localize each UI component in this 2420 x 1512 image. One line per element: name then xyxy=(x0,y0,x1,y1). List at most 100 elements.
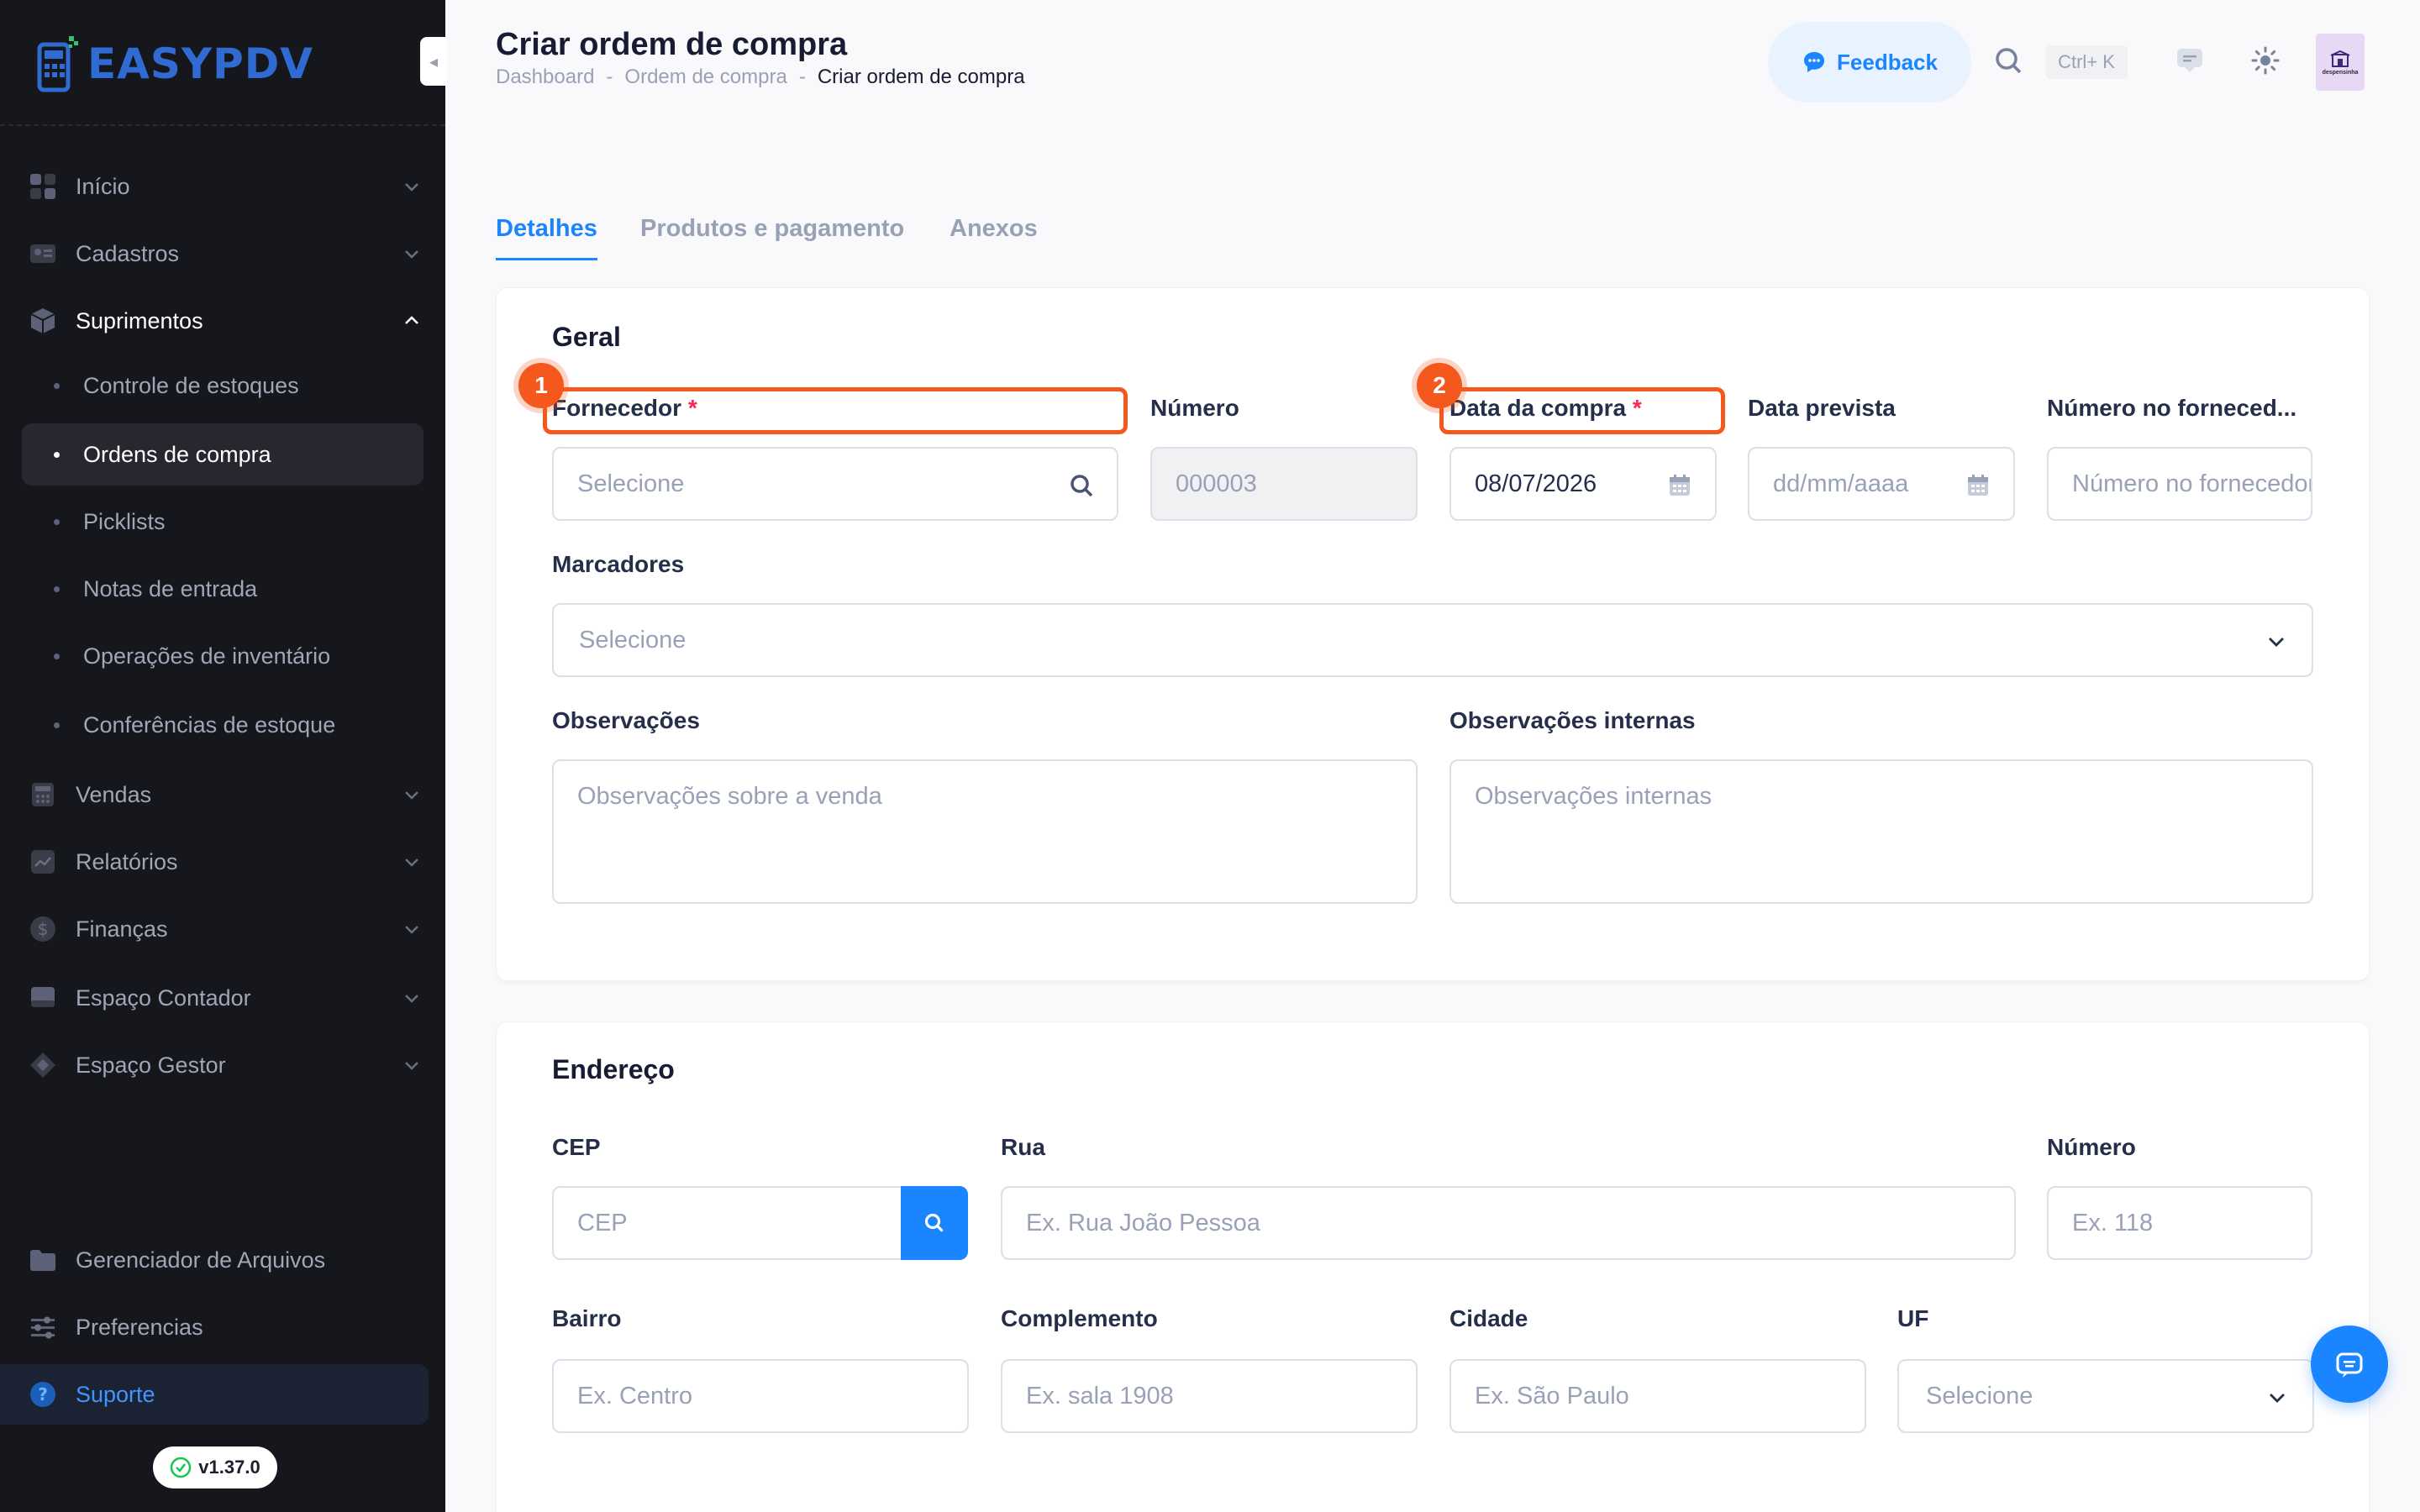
complemento-label: Complemento xyxy=(1001,1305,1158,1331)
chevron-down-icon xyxy=(405,250,418,259)
complemento-input[interactable]: Ex. sala 1908 xyxy=(1001,1359,1418,1433)
cidade-label: Cidade xyxy=(1449,1305,1528,1331)
version-badge: v1.37.0 xyxy=(153,1446,277,1488)
store-logo-icon xyxy=(2330,50,2350,67)
breadcrumb-dashboard[interactable]: Dashboard xyxy=(496,66,594,89)
diamond-icon xyxy=(29,1051,57,1079)
marcadores-label: Marcadores xyxy=(552,551,685,577)
sidebar-item-espaco-gestor[interactable]: Espaço Gestor xyxy=(22,1035,424,1095)
step-badge-2: 2 xyxy=(1417,363,1462,408)
bullet-icon xyxy=(54,451,60,458)
svg-text:?: ? xyxy=(38,1384,48,1404)
sidebar-subitem-operacoes-inventario[interactable]: Operações de inventário xyxy=(22,625,424,687)
sidebar-item-label: Vendas xyxy=(76,781,152,807)
sidebar-item-label: Suprimentos xyxy=(76,307,203,333)
bairro-placeholder: Ex. Centro xyxy=(577,1382,692,1410)
cep-placeholder: CEP xyxy=(577,1209,628,1236)
search-icon xyxy=(1068,472,1095,499)
data-compra-field[interactable]: 08/07/2026 xyxy=(1449,447,1717,521)
sidebar-item-espaco-contador[interactable]: Espaço Contador xyxy=(22,968,424,1028)
calendar-icon[interactable] xyxy=(1666,472,1693,499)
numero-fornecedor-label: Número no forneced... xyxy=(2047,395,2297,421)
breadcrumb-ordem-compra[interactable]: Ordem de compra xyxy=(624,66,786,89)
chevron-down-icon xyxy=(405,926,418,934)
sidebar-subitem-label: Controle de estoques xyxy=(83,372,299,398)
bullet-icon xyxy=(54,518,60,525)
cidade-input[interactable]: Ex. São Paulo xyxy=(1449,1359,1866,1433)
sidebar-item-label: Preferencias xyxy=(76,1314,203,1340)
sidebar-item-financas[interactable]: $ Finanças xyxy=(22,899,424,959)
chevron-down-icon xyxy=(405,995,418,1003)
rua-input[interactable]: Ex. Rua João Pessoa xyxy=(1001,1186,2016,1260)
data-prevista-label: Data prevista xyxy=(1748,395,1896,421)
sidebar-subitem-label: Conferências de estoque xyxy=(83,711,336,738)
highlight-box-data-compra xyxy=(1439,387,1725,434)
tab-anexos[interactable]: Anexos xyxy=(950,215,1038,258)
version-text: v1.37.0 xyxy=(198,1457,260,1478)
avatar[interactable]: despensinha xyxy=(2316,34,2365,91)
tab-detalhes[interactable]: Detalhes xyxy=(496,215,597,260)
bullet-icon xyxy=(54,722,60,728)
bairro-input[interactable]: Ex. Centro xyxy=(552,1359,969,1433)
sidebar-subitem-label: Notas de entrada xyxy=(83,575,258,601)
sidebar-item-inicio[interactable]: Início xyxy=(22,156,424,217)
logo-text: EASYPDV xyxy=(87,39,313,88)
cep-search-button[interactable] xyxy=(901,1186,968,1260)
numero-fornecedor-placeholder: Número no fornecedor xyxy=(2072,470,2312,497)
messages-icon[interactable] xyxy=(2173,44,2207,77)
pos-terminal-icon xyxy=(37,36,78,92)
collapse-sidebar-button[interactable]: ◂ xyxy=(420,37,447,86)
step-badge-1: 1 xyxy=(518,363,564,408)
sidebar-subitem-notas-entrada[interactable]: Notas de entrada xyxy=(22,558,424,620)
avatar-text: despensinha xyxy=(2322,69,2359,76)
numero-fornecedor-input[interactable]: Número no fornecedor xyxy=(2047,447,2312,521)
search-icon xyxy=(924,1213,944,1232)
chevron-down-icon xyxy=(405,183,418,192)
sidebar: EASYPDV ◂ Início Cadastros Suprimentos C… xyxy=(0,0,447,1512)
sidebar-subitem-label: Ordens de compra xyxy=(83,441,271,467)
sidebar-item-preferencias[interactable]: Preferencias xyxy=(22,1297,424,1357)
sidebar-subitem-conferencias-estoque[interactable]: Conferências de estoque xyxy=(22,694,424,756)
sidebar-item-label: Espaço Gestor xyxy=(76,1052,226,1078)
observacoes-textarea[interactable]: Observações sobre a venda xyxy=(552,759,1418,904)
package-icon xyxy=(29,307,57,335)
calendar-icon[interactable] xyxy=(1965,472,1991,499)
sidebar-item-label: Gerenciador de Arquivos xyxy=(76,1247,326,1273)
fornecedor-select[interactable]: Selecione xyxy=(552,447,1118,521)
bullet-icon xyxy=(54,653,60,659)
sidebar-item-vendas[interactable]: Vendas xyxy=(22,764,424,825)
observacoes-internas-textarea[interactable]: Observações internas xyxy=(1449,759,2313,904)
sidebar-item-cadastros[interactable]: Cadastros xyxy=(22,223,424,284)
rua-placeholder: Ex. Rua João Pessoa xyxy=(1026,1209,1260,1236)
chat-bubble-icon xyxy=(1804,52,1825,72)
sidebar-item-suprimentos[interactable]: Suprimentos xyxy=(22,291,424,351)
endereco-card: Endereço xyxy=(496,1021,2370,1512)
theme-sun-icon[interactable] xyxy=(2249,44,2282,77)
data-prevista-field[interactable]: dd/mm/aaaa xyxy=(1748,447,2015,521)
support-chat-button[interactable] xyxy=(2311,1326,2388,1403)
monitor-icon xyxy=(29,984,57,1012)
numero-endereco-input[interactable]: Ex. 118 xyxy=(2047,1186,2312,1260)
section-title-endereco: Endereço xyxy=(552,1054,675,1084)
uf-select[interactable]: Selecione xyxy=(1897,1359,2314,1433)
data-prevista-placeholder: dd/mm/aaaa xyxy=(1773,470,1909,497)
sidebar-subitem-picklists[interactable]: Picklists xyxy=(22,491,424,553)
sidebar-item-suporte[interactable]: ? Suporte xyxy=(0,1364,429,1425)
section-title-geral: Geral xyxy=(552,322,621,352)
marcadores-select[interactable]: Selecione xyxy=(552,603,2313,677)
sidebar-item-gerenciador-arquivos[interactable]: Gerenciador de Arquivos xyxy=(22,1230,424,1290)
chevron-down-icon xyxy=(405,1062,418,1070)
sidebar-subitem-ordens-compra[interactable]: Ordens de compra xyxy=(22,423,424,486)
logo[interactable]: EASYPDV xyxy=(37,30,313,97)
highlight-box-fornecedor xyxy=(543,387,1128,434)
search-shortcut: Ctrl+ K xyxy=(2045,45,2128,79)
tab-produtos-pagamento[interactable]: Produtos e pagamento xyxy=(640,215,904,258)
check-circle-icon xyxy=(171,1457,192,1478)
sidebar-subitem-controle-estoques[interactable]: Controle de estoques xyxy=(22,354,424,417)
cep-input[interactable]: CEP xyxy=(552,1186,905,1260)
breadcrumb-separator: - xyxy=(798,66,806,88)
search-icon[interactable] xyxy=(1991,44,2025,77)
page-title: Criar ordem de compra xyxy=(496,27,848,62)
feedback-button[interactable]: Feedback xyxy=(1768,22,1971,102)
sidebar-item-relatorios[interactable]: Relatórios xyxy=(22,832,424,892)
